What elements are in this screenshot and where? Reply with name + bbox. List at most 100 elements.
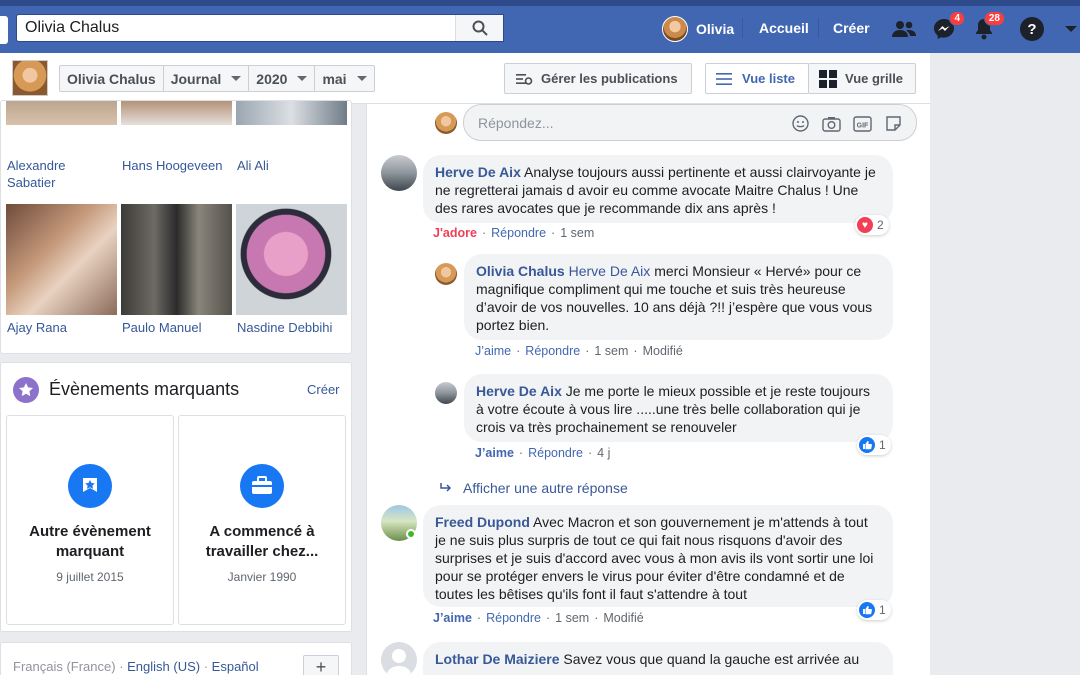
friend-name-link[interactable]: Nasdine Debbihi bbox=[237, 319, 332, 336]
friend-name-link[interactable]: Alexandre Sabatier bbox=[7, 157, 107, 191]
list-view-button[interactable]: Vue liste bbox=[705, 63, 809, 94]
chevron-down-icon bbox=[297, 76, 308, 81]
reaction-count: 2 bbox=[877, 218, 884, 232]
notifications-button[interactable]: 28 bbox=[971, 11, 1005, 42]
reaction-link[interactable]: J'adore bbox=[433, 226, 477, 240]
emoji-button[interactable] bbox=[790, 113, 811, 134]
reaction-summary[interactable]: ♥ 2 bbox=[855, 215, 889, 235]
friend-requests-button[interactable] bbox=[891, 16, 917, 42]
comment-author-link[interactable]: Herve De Aix bbox=[476, 383, 562, 399]
language-link[interactable]: English (US) bbox=[127, 659, 200, 674]
comment-author-link[interactable]: Freed Dupond bbox=[435, 514, 530, 530]
friend-photo[interactable] bbox=[121, 101, 232, 125]
search-input[interactable] bbox=[17, 15, 457, 41]
help-button[interactable]: ? bbox=[1019, 16, 1045, 42]
home-link[interactable]: Accueil bbox=[759, 20, 809, 36]
reply-arrow-icon bbox=[440, 483, 452, 492]
facebook-logo-icon[interactable] bbox=[0, 16, 8, 44]
thumbs-up-icon bbox=[863, 441, 872, 450]
life-events-icon bbox=[13, 377, 39, 403]
friend-name-link[interactable]: Ali Ali bbox=[237, 157, 269, 174]
timeline-navigation: Olivia Chalus Journal 2020 mai bbox=[59, 65, 375, 92]
comment-author-link[interactable]: Herve De Aix bbox=[435, 164, 521, 180]
create-life-event-link[interactable]: Créer bbox=[307, 382, 340, 397]
reply-link[interactable]: Répondre bbox=[491, 226, 546, 240]
crumb-month-dropdown[interactable]: mai bbox=[315, 66, 373, 91]
language-link[interactable]: Español bbox=[212, 659, 259, 674]
comment-author-link[interactable]: Lothar De Maiziere bbox=[435, 651, 559, 667]
create-link[interactable]: Créer bbox=[833, 20, 870, 36]
edited-label[interactable]: Modifié bbox=[643, 344, 683, 358]
list-icon bbox=[716, 72, 732, 85]
grid-view-button[interactable]: Vue grille bbox=[808, 63, 916, 94]
life-event-title: A commencé à travailler chez... bbox=[205, 523, 319, 560]
mention-link[interactable]: Herve De Aix bbox=[569, 263, 651, 279]
friend-name-link[interactable]: Paulo Manuel bbox=[122, 319, 202, 336]
like-link[interactable]: J’aime bbox=[433, 611, 472, 625]
photo-button[interactable] bbox=[821, 113, 842, 134]
crumb-year-dropdown[interactable]: 2020 bbox=[249, 66, 316, 91]
friend-name-link[interactable]: Ajay Rana bbox=[7, 319, 67, 336]
commenter-avatar[interactable] bbox=[381, 642, 417, 675]
reply-input-placeholder: Répondez... bbox=[478, 114, 554, 131]
life-event-date: 9 juillet 2015 bbox=[56, 570, 124, 584]
timeline-header: Olivia Chalus Journal 2020 mai Gérer les… bbox=[0, 53, 930, 104]
life-event-item[interactable]: Autre évènement marquant 9 juillet 2015 bbox=[6, 415, 174, 625]
comment-timestamp[interactable]: 1 sem bbox=[555, 611, 589, 625]
like-link[interactable]: J’aime bbox=[475, 344, 511, 358]
life-events-title: Évènements marquants bbox=[49, 379, 240, 399]
life-event-item[interactable]: A commencé à travailler chez... Janvier … bbox=[178, 415, 346, 625]
life-event-icon bbox=[68, 464, 112, 508]
comment-text: Savez vous que quand la gauche est arriv… bbox=[563, 651, 860, 667]
friend-photo[interactable] bbox=[6, 204, 117, 315]
commenter-avatar[interactable] bbox=[435, 263, 457, 285]
commenter-avatar[interactable] bbox=[435, 382, 457, 404]
reply-composer[interactable]: Répondez... GIF bbox=[463, 104, 917, 141]
star-icon bbox=[83, 478, 97, 492]
like-link[interactable]: J’aime bbox=[475, 446, 514, 460]
friend-photo[interactable] bbox=[6, 101, 117, 125]
gif-button[interactable]: GIF bbox=[852, 113, 873, 134]
user-avatar bbox=[662, 16, 688, 42]
chevron-down-icon bbox=[231, 76, 242, 81]
life-events-card: Évènements marquants Créer Autre évèneme… bbox=[0, 362, 352, 632]
comment-timestamp[interactable]: 1 sem bbox=[560, 226, 594, 240]
comment-actions: J’aime · Répondre · 1 sem · Modifié bbox=[475, 344, 683, 358]
messenger-button[interactable]: 4 bbox=[931, 11, 965, 42]
reply-link[interactable]: Répondre bbox=[525, 344, 580, 358]
commenter-avatar[interactable] bbox=[381, 155, 417, 191]
language-list: Français (France) · English (US) · Españ… bbox=[13, 659, 259, 674]
language-footer-card: Français (France) · English (US) · Españ… bbox=[0, 642, 352, 675]
comment-bubble: Herve De Aix Analyse toujours aussi pert… bbox=[423, 155, 893, 223]
friend-photo[interactable] bbox=[236, 204, 347, 315]
friends-icon bbox=[892, 21, 916, 37]
friend-name-link[interactable]: Hans Hoogeveen bbox=[122, 157, 222, 174]
help-icon: ? bbox=[1020, 17, 1044, 41]
profile-link[interactable]: Olivia bbox=[662, 15, 734, 43]
account-menu-button[interactable] bbox=[1058, 16, 1080, 42]
reaction-summary[interactable]: 1 bbox=[857, 435, 891, 455]
divider bbox=[818, 18, 819, 38]
edited-label[interactable]: Modifié bbox=[603, 611, 643, 625]
friend-photo[interactable] bbox=[236, 101, 347, 125]
add-language-button[interactable]: + bbox=[303, 655, 339, 675]
search-button[interactable] bbox=[455, 15, 503, 41]
briefcase-icon bbox=[252, 476, 272, 494]
comment-timestamp[interactable]: 4 j bbox=[597, 446, 610, 460]
crumb-profile-name[interactable]: Olivia Chalus bbox=[60, 66, 164, 91]
comment-timestamp[interactable]: 1 sem bbox=[594, 344, 628, 358]
sticker-button[interactable] bbox=[883, 113, 904, 134]
divider bbox=[742, 18, 743, 38]
profile-picture[interactable] bbox=[12, 60, 48, 96]
comment-author-link[interactable]: Olivia Chalus bbox=[476, 263, 565, 279]
friend-photo[interactable] bbox=[121, 204, 232, 315]
search-bar bbox=[16, 14, 504, 42]
show-more-replies-link[interactable]: Afficher une autre réponse bbox=[439, 480, 628, 496]
life-event-date: Janvier 1990 bbox=[227, 570, 297, 584]
messages-badge: 4 bbox=[949, 11, 965, 26]
reply-link[interactable]: Répondre bbox=[528, 446, 583, 460]
manage-posts-button[interactable]: Gérer les publications bbox=[504, 63, 692, 94]
crumb-journal-dropdown[interactable]: Journal bbox=[164, 66, 250, 91]
reply-link[interactable]: Répondre bbox=[486, 611, 541, 625]
reaction-summary[interactable]: 1 bbox=[857, 600, 891, 620]
